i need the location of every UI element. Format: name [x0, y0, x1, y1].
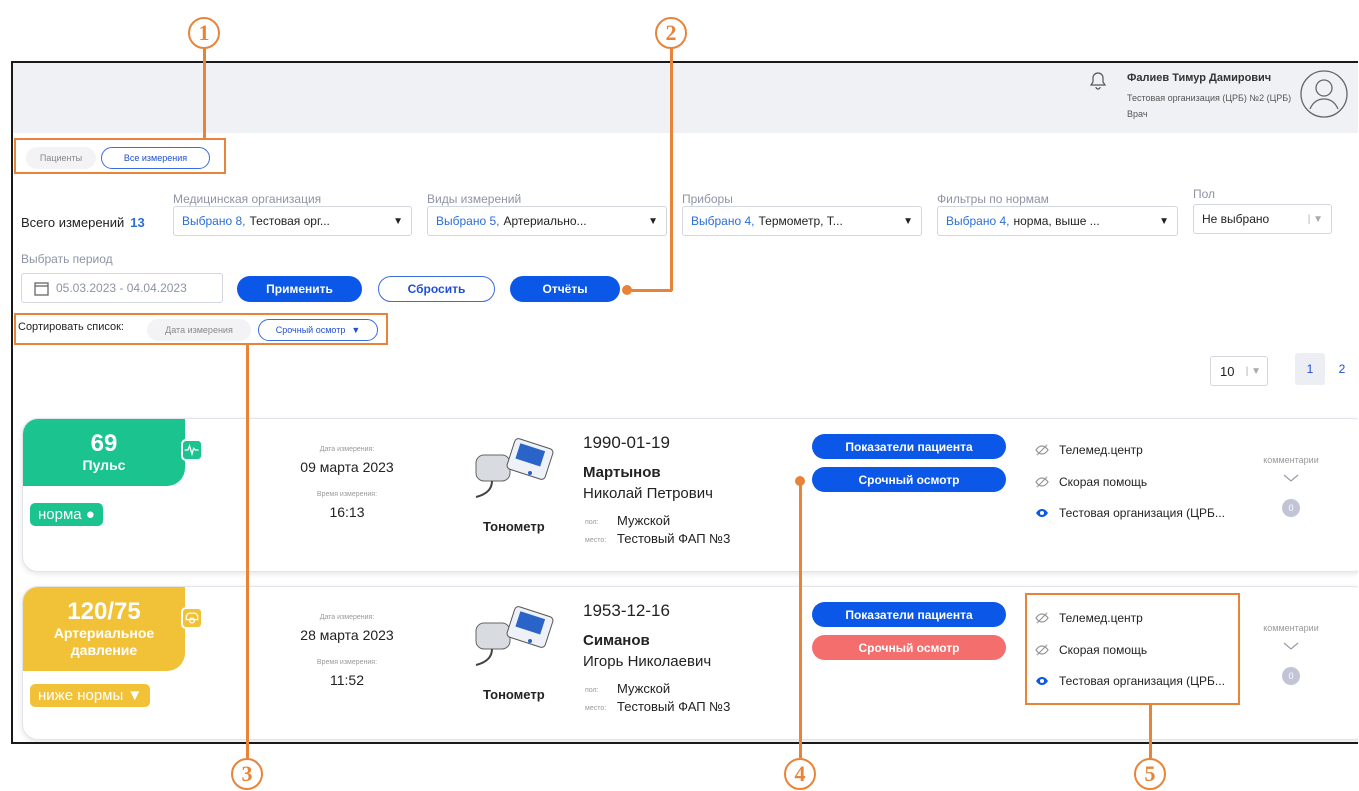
annotation-box-1: [14, 138, 226, 174]
reports-button[interactable]: Отчёты: [510, 276, 620, 302]
measurement-time: 11:52: [330, 672, 364, 688]
time-caption: Время измерения:: [316, 659, 378, 666]
reset-button[interactable]: Сбросить: [378, 276, 495, 302]
device-name: Тонометр: [483, 519, 545, 534]
urgent-exam-button[interactable]: Срочный осмотр: [812, 467, 1006, 492]
annotation-marker-2: 2: [655, 17, 687, 49]
date-caption: Дата измерения:: [319, 446, 375, 453]
org-telemed[interactable]: Телемед.центр: [1035, 443, 1143, 457]
annotation-line-5: [1149, 705, 1152, 758]
norm-filters-select[interactable]: Выбрано 4, норма, выше ... ▼: [937, 206, 1178, 236]
measurement-date: 28 марта 2023: [300, 627, 394, 643]
caret-down-icon: | ▼: [1307, 214, 1323, 225]
measurement-value-badge: 120/75 Артериальное давление: [23, 587, 185, 671]
measurement-date: 09 марта 2023: [300, 459, 394, 475]
place-caption: место:: [585, 537, 607, 544]
measurement-card: 69 Пульс норма ● Дата измерения: 09 март…: [22, 418, 1358, 572]
device-name: Тонометр: [483, 687, 545, 702]
sex-label: Пол: [1193, 187, 1216, 201]
patient-sex: Мужской: [617, 681, 671, 696]
annotation-line-3: [246, 345, 249, 758]
measure-types-label: Виды измерений: [427, 192, 522, 206]
status-badge: норма ●: [30, 503, 103, 526]
user-role: Врач: [1127, 109, 1148, 119]
annotation-line-4: [799, 481, 802, 758]
eye-off-icon: [1035, 476, 1049, 488]
annotation-line-2b: [628, 289, 672, 292]
eye-off-icon: [1035, 444, 1049, 456]
sex-caption: пол:: [585, 687, 599, 694]
patient-place: Тестовый ФАП №3: [617, 699, 731, 714]
patient-first-names: Игорь Николаевич: [583, 653, 712, 670]
total-measurements: Всего измерений 13: [21, 215, 145, 230]
place-caption: место:: [585, 705, 607, 712]
pulse-icon: [181, 439, 203, 461]
patient-indicators-button[interactable]: Показатели пациента: [812, 602, 1006, 627]
measure-types-select[interactable]: Выбрано 5, Артериально... ▼: [427, 206, 667, 236]
sex-caption: пол:: [585, 519, 599, 526]
page-button-2[interactable]: 2: [1327, 353, 1357, 385]
comments-count: 0: [1282, 667, 1300, 685]
annotation-dot-2: [622, 285, 632, 295]
comments-count: 0: [1282, 499, 1300, 517]
annotation-line-1: [203, 48, 206, 138]
time-caption: Время измерения:: [316, 491, 378, 498]
comments-label: комментарии: [1263, 623, 1319, 633]
apply-button[interactable]: Применить: [237, 276, 362, 302]
avatar-icon[interactable]: [1299, 69, 1349, 119]
user-name[interactable]: Фалиев Тимур Дамирович: [1127, 72, 1271, 84]
status-badge: ниже нормы ▼: [30, 684, 151, 707]
top-bar: Фалиев Тимур Дамирович Тестовая организа…: [13, 63, 1358, 133]
urgent-exam-button[interactable]: Срочный осмотр: [812, 635, 1006, 660]
blood-pressure-icon: [181, 607, 203, 629]
med-org-label: Медицинская организация: [173, 192, 322, 206]
patient-sex: Мужской: [617, 513, 671, 528]
med-org-select[interactable]: Выбрано 8, Тестовая орг... ▼: [173, 206, 412, 236]
norm-filters-label: Фильтры по нормам: [937, 192, 1049, 206]
chevron-down-icon[interactable]: [1283, 641, 1299, 651]
chevron-down-icon[interactable]: [1283, 473, 1299, 483]
caret-down-icon: ▼: [393, 216, 403, 227]
annotation-box-3: [14, 313, 388, 345]
patient-last-name[interactable]: Мартынов: [583, 464, 661, 481]
annotation-marker-4: 4: [784, 758, 816, 790]
caret-down-icon: | ▼: [1245, 365, 1261, 377]
user-organization: Тестовая организация (ЦРБ) №2 (ЦРБ): [1127, 93, 1292, 103]
sex-select[interactable]: Не выбрано | ▼: [1193, 204, 1332, 234]
period-date-input[interactable]: 05.03.2023 - 04.04.2023: [21, 273, 223, 303]
page-size-select[interactable]: 10 | ▼: [1210, 356, 1268, 386]
annotation-marker-3: 3: [231, 758, 263, 790]
devices-label: Приборы: [682, 192, 733, 206]
period-label: Выбрать период: [21, 252, 113, 266]
caret-down-icon: ▼: [1159, 216, 1169, 227]
annotation-box-5: [1025, 593, 1240, 705]
measurement-time: 16:13: [329, 504, 365, 520]
patient-indicators-button[interactable]: Показатели пациента: [812, 434, 1006, 459]
org-ambulance[interactable]: Скорая помощь: [1035, 475, 1147, 489]
caret-down-icon: ▼: [903, 216, 913, 227]
annotation-marker-1: 1: [188, 17, 220, 49]
devices-select[interactable]: Выбрано 4, Термометр, Т... ▼: [682, 206, 922, 236]
calendar-icon: [34, 282, 49, 296]
tonometer-image: [475, 438, 554, 498]
date-caption: Дата измерения:: [319, 614, 375, 621]
org-test[interactable]: Тестовая организация (ЦРБ...: [1035, 506, 1225, 520]
patient-first-names: Николай Петрович: [583, 485, 713, 502]
annotation-marker-5: 5: [1134, 758, 1166, 790]
page-button-1[interactable]: 1: [1295, 353, 1325, 385]
comments-label: комментарии: [1263, 455, 1319, 465]
patient-birthdate: 1990-01-19: [583, 433, 670, 452]
annotation-line-2a: [670, 48, 673, 291]
measurement-value-badge: 69 Пульс: [23, 419, 185, 486]
eye-icon: [1036, 509, 1048, 517]
patient-last-name[interactable]: Симанов: [583, 632, 650, 649]
bell-icon[interactable]: [1088, 71, 1108, 91]
tonometer-image: [475, 606, 554, 666]
caret-down-icon: ▼: [648, 216, 658, 227]
patient-place: Тестовый ФАП №3: [617, 531, 731, 546]
patient-birthdate: 1953-12-16: [583, 601, 670, 620]
